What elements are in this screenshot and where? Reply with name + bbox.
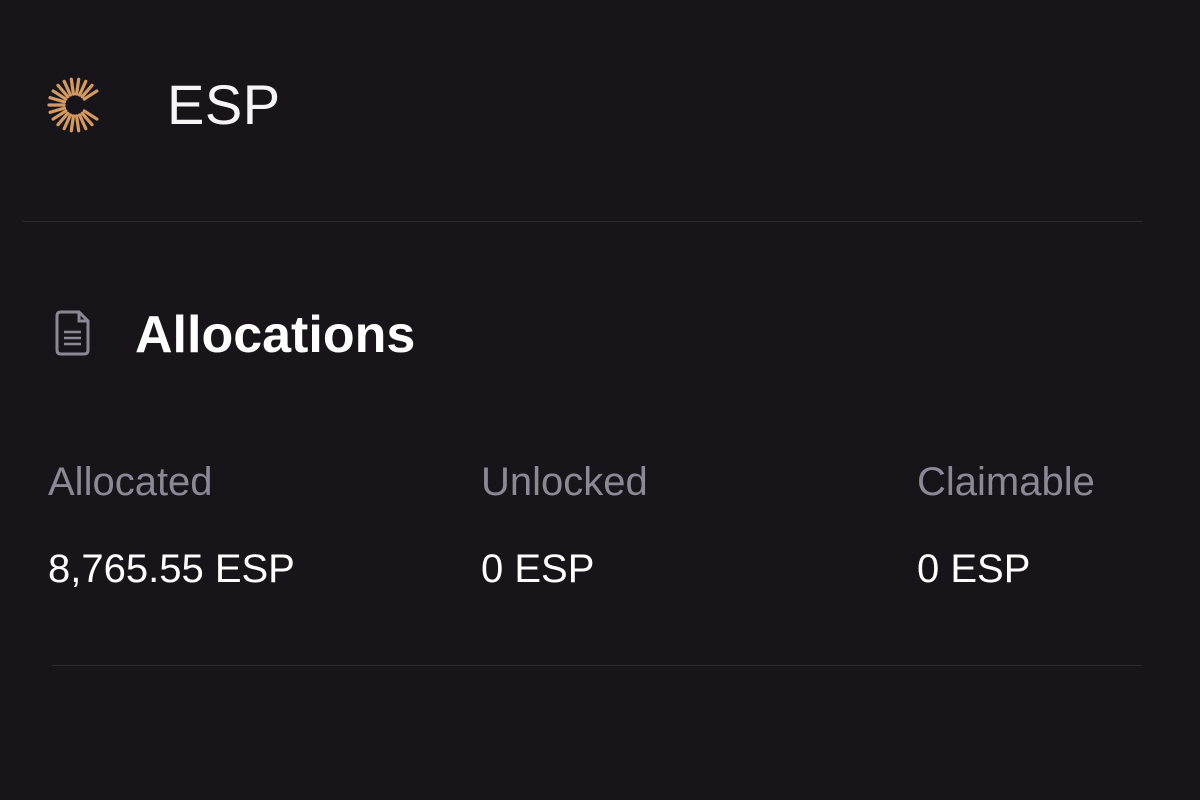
stat-label: Unlocked bbox=[481, 460, 648, 504]
sunburst-logo-icon bbox=[47, 77, 99, 133]
section-title: Allocations bbox=[135, 306, 416, 364]
stat-value: 0 ESP bbox=[917, 547, 1031, 591]
section-divider bbox=[52, 665, 1142, 666]
stat-label: Allocated bbox=[48, 460, 213, 504]
allocations-header: Allocations bbox=[0, 290, 1200, 390]
stat-value: 8,765.55 ESP bbox=[48, 547, 295, 591]
stat-claimable: Claimable 0 ESP bbox=[917, 455, 1200, 596]
header-divider bbox=[22, 221, 1142, 222]
stat-value: 0 ESP bbox=[481, 547, 595, 591]
brand-title: ESP bbox=[167, 73, 281, 136]
stat-unlocked: Unlocked 0 ESP bbox=[481, 455, 781, 596]
stat-allocated: Allocated 8,765.55 ESP bbox=[48, 455, 348, 596]
app-header: ESP bbox=[0, 0, 1200, 222]
document-icon bbox=[55, 310, 90, 356]
stat-label: Claimable bbox=[917, 460, 1095, 504]
